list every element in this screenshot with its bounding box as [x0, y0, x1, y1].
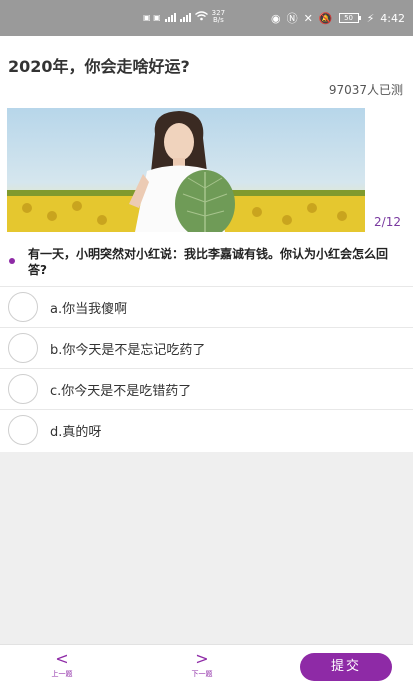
net-speed-unit: B/s — [212, 16, 224, 24]
battery-icon: 50 — [338, 13, 361, 23]
battery-level: 50 — [338, 13, 359, 23]
quiz-panel: 2020年，你会走啥好运? 97037人已测 2/12 有一天，小明突然对小红说… — [0, 36, 413, 452]
net-speed: 327 B/s — [212, 10, 225, 24]
bottom-bar: < 上一题 > 下一题 提交 — [0, 644, 413, 695]
option-d[interactable]: d.真的呀 — [0, 409, 413, 450]
question-text: 有一天，小明突然对小红说：我比李嘉诚有钱。你认为小红会怎么回答? — [28, 247, 389, 277]
question-progress: 2/12 — [374, 215, 401, 229]
option-a[interactable]: a.你当我傻啊 — [0, 286, 413, 327]
submit-button[interactable]: 提交 — [300, 653, 392, 681]
prev-question-button[interactable]: < 上一题 — [37, 651, 87, 679]
option-label: c.你今天是不是吃错药了 — [50, 383, 192, 399]
option-list: a.你当我傻啊 b.你今天是不是忘记吃药了 c.你今天是不是吃错药了 d.真的呀 — [0, 286, 413, 450]
eye-icon: ◉ — [271, 11, 281, 25]
prev-label: 上一题 — [51, 670, 73, 678]
option-label: d.真的呀 — [50, 424, 102, 440]
signal-icon — [164, 12, 176, 22]
cover-illustration — [7, 111, 365, 232]
sim-icon: ▣ ▣ — [143, 12, 161, 22]
quiz-title: 2020年，你会走啥好运? — [8, 57, 190, 76]
radio-icon[interactable] — [8, 374, 38, 404]
question-bullet-icon — [9, 258, 15, 264]
next-question-button[interactable]: > 下一题 — [177, 651, 227, 679]
quiz-cover-image — [7, 108, 365, 232]
nfc-icon: Ⓝ — [286, 12, 298, 25]
vibrate-icon: ✕ — [303, 11, 313, 25]
clock: 4:42 — [380, 11, 405, 25]
chevron-right-icon: > — [195, 649, 209, 668]
status-bar: ▣ ▣ 327 B/s ◉ Ⓝ ✕ 🔕 50 ⚡ 4:42 — [0, 0, 413, 36]
option-label: a.你当我傻啊 — [50, 301, 128, 317]
radio-icon[interactable] — [8, 292, 38, 322]
status-right-icons: ◉ Ⓝ ✕ 🔕 50 ⚡ 4:42 — [271, 10, 405, 26]
option-b[interactable]: b.你今天是不是忘记吃药了 — [0, 327, 413, 368]
signal-icon-2 — [179, 12, 191, 22]
option-c[interactable]: c.你今天是不是吃错药了 — [0, 368, 413, 409]
status-left-icons: ▣ ▣ 327 B/s — [143, 10, 225, 24]
wifi-icon — [194, 11, 208, 23]
mute-icon: 🔕 — [318, 11, 333, 25]
chevron-left-icon: < — [55, 649, 69, 668]
radio-icon[interactable] — [8, 333, 38, 363]
option-label: b.你今天是不是忘记吃药了 — [50, 342, 206, 358]
radio-icon[interactable] — [8, 415, 38, 445]
next-label: 下一题 — [191, 670, 213, 678]
charging-icon: ⚡ — [366, 11, 375, 25]
participant-count: 97037人已测 — [328, 83, 403, 97]
